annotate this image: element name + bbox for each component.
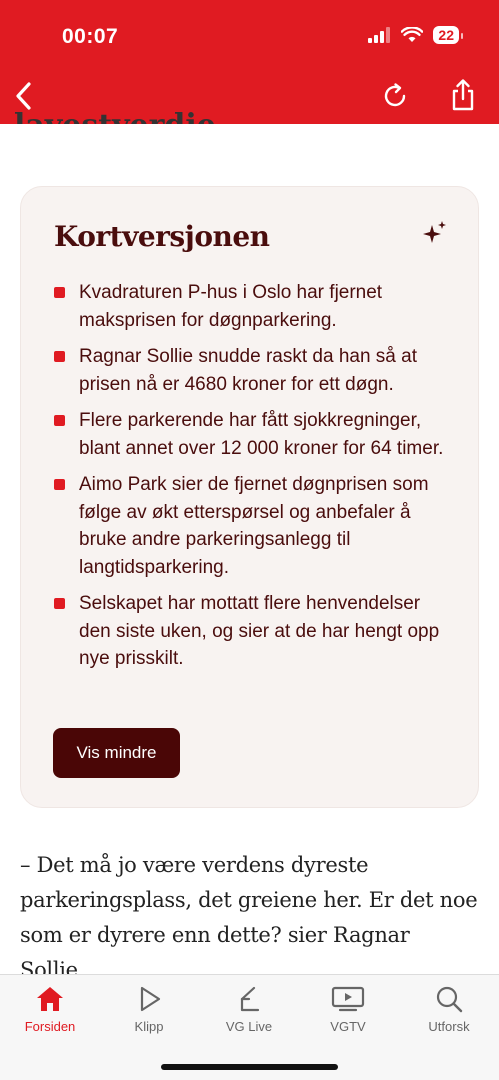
tab-utforsk[interactable]: Utforsk <box>404 985 494 1034</box>
tv-icon <box>331 986 365 1012</box>
show-less-button[interactable]: Vis mindre <box>53 728 180 778</box>
status-time: 00:07 <box>62 25 119 48</box>
tab-klipp[interactable]: Klipp <box>104 985 194 1034</box>
summary-bullet-text: Kvadraturen P-hus i Oslo har fjernet mak… <box>79 282 383 331</box>
tab-forsiden[interactable]: Forsiden <box>5 985 95 1034</box>
summary-bullet-text: Flere parkerende har fått sjokkregninger… <box>79 410 444 459</box>
summary-bullet: Selskapet har mottatt flere henvendelser… <box>54 590 454 673</box>
bullet-marker <box>54 287 65 298</box>
bullet-marker <box>54 351 65 362</box>
summary-bullet: Aimo Park sier de fjernet døgnprisen som… <box>54 471 454 581</box>
summary-bullet-text: Aimo Park sier de fjernet døgnprisen som… <box>79 474 429 578</box>
search-icon <box>436 986 463 1013</box>
share-icon <box>452 79 474 111</box>
summary-bullet: Kvadraturen P-hus i Oslo har fjernet mak… <box>54 279 454 334</box>
sparkle-icon <box>423 221 446 243</box>
status-icons: 22 <box>367 26 463 44</box>
reload-icon <box>384 83 406 107</box>
tab-label: VG Live <box>225 1019 273 1034</box>
tab-label: Utforsk <box>428 1019 470 1034</box>
summary-bullet: Ragnar Sollie snudde raskt da han så at … <box>54 343 454 398</box>
tab-vgtv[interactable]: VGTV <box>303 985 393 1034</box>
tab-label: VGTV <box>330 1019 366 1034</box>
summary-bullet-text: Selskapet har mottatt flere henvendelser… <box>79 593 440 669</box>
summary-bullet-text: Ragnar Sollie snudde raskt da han så at … <box>79 346 417 395</box>
tab-label: Klipp <box>134 1019 164 1034</box>
article-heading-partial: lavestverdie <box>14 96 216 124</box>
summary-bullet: Flere parkerende har fått sjokkregninger… <box>54 407 454 462</box>
signal-icon <box>368 27 391 43</box>
reload-button[interactable] <box>377 78 413 114</box>
article-quote: – Det må jo være verdens dyreste parkeri… <box>20 853 478 982</box>
summary-list: Kvadraturen P-hus i Oslo har fjernet mak… <box>54 279 454 682</box>
home-indicator <box>161 1064 338 1070</box>
battery-indicator: 22 <box>433 26 463 44</box>
bullet-marker <box>54 479 65 490</box>
bullet-marker <box>54 415 65 426</box>
share-button[interactable] <box>445 76 481 114</box>
bullet-marker <box>54 598 65 609</box>
vg-live-icon <box>240 986 260 1012</box>
wifi-icon <box>401 27 424 42</box>
tab-label: Forsiden <box>24 1019 76 1034</box>
summary-title: Kortversjonen <box>54 220 270 253</box>
home-icon <box>37 987 63 1011</box>
tab-vg-live[interactable]: VG Live <box>204 985 294 1034</box>
play-icon <box>140 986 161 1012</box>
summary-card: Kortversjonen Kvadraturen P-hus i Oslo h… <box>20 186 479 808</box>
